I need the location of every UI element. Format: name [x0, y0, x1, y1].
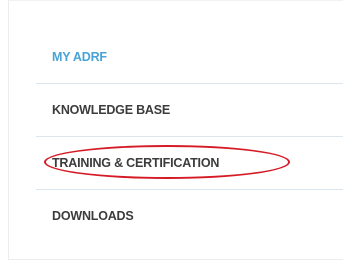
menu-item-my-adrf[interactable]: MY ADRF: [36, 31, 343, 84]
menu-item-label: KNOWLEDGE BASE: [52, 103, 171, 117]
menu-item-label: TRAINING & CERTIFICATION: [52, 156, 220, 170]
menu-item-downloads[interactable]: DOWNLOADS: [36, 190, 343, 242]
menu-item-label: DOWNLOADS: [52, 209, 134, 223]
menu-item-training-certification[interactable]: TRAINING & CERTIFICATION: [36, 137, 343, 190]
side-menu: MY ADRF KNOWLEDGE BASE TRAINING & CERTIF…: [36, 31, 343, 242]
menu-item-knowledge-base[interactable]: KNOWLEDGE BASE: [36, 84, 343, 137]
menu-item-label: MY ADRF: [52, 50, 107, 64]
side-menu-panel: MY ADRF KNOWLEDGE BASE TRAINING & CERTIF…: [8, 0, 343, 260]
